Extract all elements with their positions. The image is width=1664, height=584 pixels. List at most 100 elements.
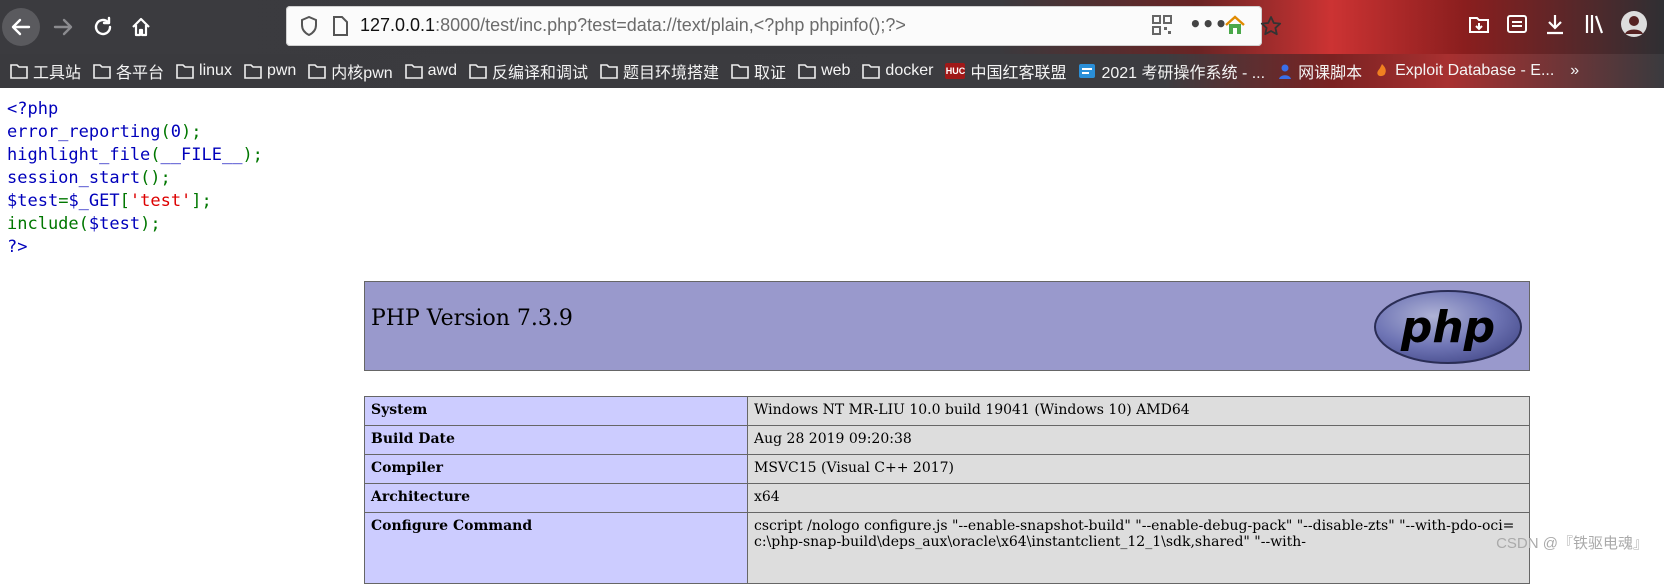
downloads-folder-icon[interactable] [1468,13,1490,39]
bookmark-decompile[interactable]: 反编译和调试 [469,59,588,83]
bookmark-docker[interactable]: docker [862,62,933,80]
forward-button[interactable] [44,8,82,46]
arrow-left-icon [11,18,31,36]
bookmark-kaoyan-os[interactable]: 2021 考研操作系统 - ... [1078,59,1265,83]
qr-code-icon[interactable] [1152,15,1172,39]
url-path: :8000/test/inc.php?test=data://text/plai… [435,15,906,35]
table-key: Configure Command [364,512,748,584]
table-key: Architecture [364,483,748,513]
bookmark-label: 网课脚本 [1298,65,1363,82]
svg-text:php: php [1400,302,1495,353]
bookmark-linux[interactable]: linux [176,62,232,80]
folder-icon [404,63,423,79]
bookmark-label: docker [885,62,934,79]
bookmark-label: 题目环境搭建 [623,65,720,82]
user-icon [1277,63,1293,79]
bookmark-web[interactable]: web [798,62,850,80]
bookmark-label: 工具站 [33,65,82,82]
php-version-title: PHP Version 7.3.9 [371,306,573,331]
table-value: Windows NT MR-LIU 10.0 build 19041 (Wind… [747,396,1530,426]
bookmark-awd[interactable]: awd [404,62,458,80]
code-line: <?php [7,99,59,119]
table-row: Architecture x64 [364,483,1530,513]
url-host: 127.0.0.1 [360,15,436,35]
back-button[interactable] [2,8,40,46]
code-line: ?> [7,237,28,257]
bookmark-exploit-db[interactable]: Exploit Database - E... [1374,62,1554,80]
code-line: highlight_file(__FILE__); [7,145,263,165]
bookmark-huc[interactable]: HUC 中国红客联盟 [945,59,1066,83]
bookmark-forensics[interactable]: 取证 [731,59,786,83]
star-icon[interactable] [1260,15,1282,41]
home-icon [132,17,150,37]
bookmark-label: 内核pwn [331,65,393,82]
bookmark-label: 2021 考研操作系统 - ... [1101,65,1266,82]
php-logo[interactable]: php [1373,289,1523,369]
bookmarks-overflow-button[interactable]: » [1570,62,1579,80]
table-value: Aug 28 2019 09:20:38 [747,425,1530,455]
bookmark-label: awd [427,62,458,79]
folder-icon [10,63,28,79]
table-row: Compiler MSVC15 (Visual C++ 2017) [364,454,1530,484]
page-info-icon[interactable] [332,16,348,40]
bookmark-label: 各平台 [116,65,165,82]
download-icon[interactable] [1544,13,1566,39]
bookmark-course-script[interactable]: 网课脚本 [1277,59,1362,83]
folder-icon [244,63,262,79]
table-key: System [364,396,748,426]
folder-icon [798,63,816,79]
folder-icon [731,63,749,79]
bookmark-platforms[interactable]: 各平台 [93,59,164,83]
url-bar[interactable]: 127.0.0.1:8000/test/inc.php?test=data://… [286,6,1282,46]
folder-icon [308,63,327,79]
bookmarks-bar: 工具站 各平台 linux pwn 内核pwn awd 反编译和调试 题目环境搭… [0,54,1664,88]
bookmark-label: 中国红客联盟 [970,65,1067,82]
table-key: Build Date [364,425,748,455]
avatar[interactable] [1620,10,1648,42]
phpinfo-table: System Windows NT MR-LIU 10.0 build 1904… [364,396,1530,584]
bookmark-label: pwn [266,62,297,79]
table-key: Compiler [364,454,748,484]
table-row: Build Date Aug 28 2019 09:20:38 [364,425,1530,455]
bookmark-tools[interactable]: 工具站 [10,59,81,83]
reader-icon[interactable] [1506,13,1528,39]
folder-icon [93,63,111,79]
code-line: session_start(); [7,168,171,188]
watermark-text: CSDN @『铁驱电魂』 [1496,535,1648,552]
code-line: $test=$_GET['test']; [7,191,212,211]
bookmark-pwn[interactable]: pwn [244,62,296,80]
bookmark-env-setup[interactable]: 题目环境搭建 [600,59,719,83]
library-icon[interactable] [1584,13,1608,39]
chevron-right-icon: » [1570,62,1580,79]
highlighted-source: <?php error_reporting(0); highlight_file… [7,98,263,259]
table-value: x64 [747,483,1530,513]
bookmark-page-icon [1374,63,1390,79]
bookmark-label: linux [199,62,232,79]
arrow-right-icon [53,18,73,36]
folder-icon [600,63,618,79]
phpinfo-header: PHP Version 7.3.9 php [364,281,1530,371]
bookmark-page-icon [1078,63,1096,79]
bookmark-label: 取证 [754,65,787,82]
url-text[interactable]: 127.0.0.1:8000/test/inc.php?test=data://… [360,15,906,36]
bookmark-kernel-pwn[interactable]: 内核pwn [308,59,393,83]
table-row: System Windows NT MR-LIU 10.0 build 1904… [364,396,1530,426]
huc-badge-icon: HUC [945,63,966,79]
bookmark-label: web [821,62,851,79]
reload-button[interactable] [84,8,122,46]
code-line: include($test); [7,214,161,234]
folder-icon [862,63,881,79]
folder-icon [469,63,487,79]
home-extension-icon[interactable] [1224,15,1246,39]
bookmark-label: 反编译和调试 [492,65,589,82]
shield-icon[interactable] [300,15,318,40]
code-line: error_reporting(0); [7,122,202,142]
folder-icon [176,63,194,79]
bookmark-label: Exploit Database - E... [1395,62,1555,79]
table-value: cscript /nologo configure.js "--enable-s… [747,512,1530,584]
home-button[interactable] [122,8,160,46]
browser-toolbar: 127.0.0.1:8000/test/inc.php?test=data://… [0,0,1664,54]
more-icon[interactable]: ••• [1189,12,1227,36]
table-value: MSVC15 (Visual C++ 2017) [747,454,1530,484]
reload-icon [94,16,112,36]
